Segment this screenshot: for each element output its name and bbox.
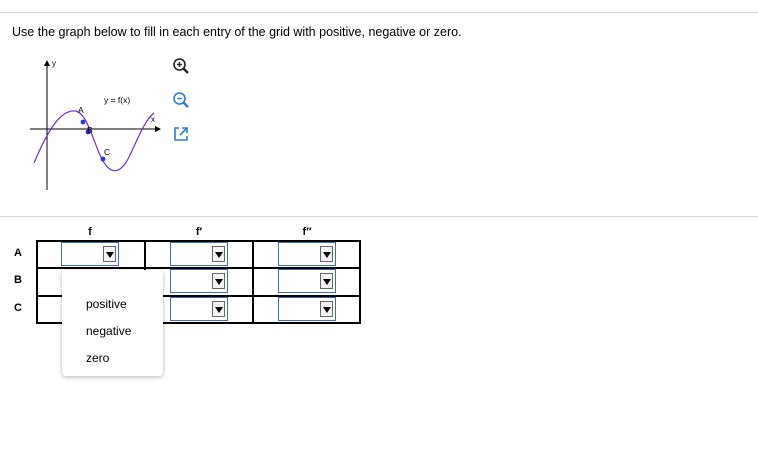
select-a-f-double-prime[interactable]: [278, 242, 336, 266]
select-b-f-prime[interactable]: [170, 269, 228, 293]
row-label-c: C: [14, 302, 22, 314]
zoom-out-icon[interactable]: [172, 91, 190, 109]
column-header-f-prime: f′: [195, 226, 203, 238]
dropdown-arrow-icon[interactable]: [212, 301, 225, 317]
select-a-f-prime[interactable]: [170, 242, 228, 266]
dropdown-arrow-icon[interactable]: [320, 273, 333, 289]
point-b-label: B: [87, 125, 93, 135]
option-negative[interactable]: negative: [86, 324, 131, 338]
option-positive[interactable]: positive: [86, 297, 127, 311]
select-b-f-double-prime[interactable]: [278, 269, 336, 293]
function-curve: [33, 110, 155, 172]
point-a: [80, 119, 86, 125]
column-header-f-double-prime: f′′: [302, 226, 312, 238]
select-c-f-prime[interactable]: [170, 297, 228, 321]
point-c: [100, 156, 106, 162]
x-axis-label: x: [151, 115, 155, 124]
grid-line: [359, 240, 361, 324]
dropdown-arrow-icon[interactable]: [320, 301, 333, 317]
grid-line: [252, 240, 254, 324]
popout-icon[interactable]: [172, 125, 190, 143]
dropdown-arrow-icon[interactable]: [320, 246, 333, 262]
instruction-text: Use the graph below to fill in each entr…: [12, 25, 462, 39]
y-axis-label: y: [52, 59, 56, 68]
section-divider: [0, 216, 758, 217]
point-a-label: A: [78, 105, 84, 115]
column-header-f: f: [88, 226, 92, 238]
dropdown-arrow-icon[interactable]: [212, 246, 225, 262]
grid-line: [36, 240, 38, 324]
option-zero[interactable]: zero: [86, 351, 109, 365]
row-label-b: B: [14, 274, 22, 286]
dropdown-arrow-icon[interactable]: [212, 273, 225, 289]
function-graph: y x y = f(x) A B C: [30, 59, 161, 190]
top-divider: [0, 12, 758, 13]
select-a-f[interactable]: [61, 242, 119, 266]
row-label-a: A: [14, 247, 22, 259]
point-c-label: C: [104, 147, 110, 157]
function-label: y = f(x): [104, 95, 130, 105]
dropdown-arrow-icon[interactable]: [103, 246, 116, 262]
dropdown-menu: positive negative zero: [62, 270, 163, 376]
select-c-f-double-prime[interactable]: [278, 297, 336, 321]
zoom-in-icon[interactable]: [172, 57, 190, 75]
